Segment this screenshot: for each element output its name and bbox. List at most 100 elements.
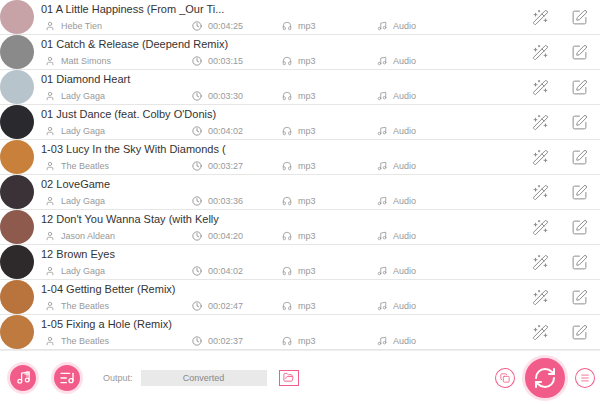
track-row[interactable]: 01 A Little Happiness (From _Our Ti...He… — [0, 0, 600, 35]
row-actions — [532, 324, 600, 341]
edit-button[interactable] — [571, 254, 588, 271]
track-meta: Matt Simons00:03:15mp3Audio — [41, 56, 532, 67]
magic-wand-icon — [532, 254, 549, 271]
track-row[interactable]: 01 Just Dance (feat. Colby O'Donis) Lady … — [0, 105, 600, 140]
row-actions — [532, 289, 600, 306]
track-meta: The Beatles00:02:37mp3Audio — [41, 336, 532, 347]
format: mp3 — [282, 231, 377, 242]
magic-wand-icon — [532, 324, 549, 341]
effect-button[interactable] — [532, 149, 549, 166]
headphones-icon — [282, 231, 292, 241]
edit-button[interactable] — [571, 324, 588, 341]
effect-button[interactable] — [532, 324, 549, 341]
person-icon — [45, 21, 55, 31]
add-music-button[interactable] — [7, 362, 39, 394]
open-folder-button[interactable] — [279, 370, 299, 386]
artist: Matt Simons — [45, 56, 192, 67]
clock-icon — [192, 196, 202, 206]
track-meta: Lady Gaga00:04:02mp3Audio — [41, 126, 532, 137]
artist: Hebe Tien — [45, 21, 192, 32]
edit-icon — [571, 324, 588, 341]
edit-button[interactable] — [571, 219, 588, 236]
clock-icon — [192, 161, 202, 171]
track-row[interactable]: 12 Don't You Wanna Stay (with KellyJason… — [0, 210, 600, 245]
media-type: Audio — [377, 266, 467, 277]
track-row[interactable]: 12 Brown EyesLady Gaga00:04:02mp3Audio — [0, 245, 600, 280]
duration: 00:02:47 — [192, 301, 282, 312]
edit-button[interactable] — [571, 149, 588, 166]
menu-button[interactable] — [576, 369, 594, 387]
album-art — [0, 280, 34, 314]
files-icon — [500, 373, 510, 383]
duration: 00:04:25 — [192, 21, 282, 32]
track-row[interactable]: 1-03 Lucy In the Sky With Diamonds (The … — [0, 140, 600, 175]
track-info: 01 Diamond HeartLady Gaga00:03:30mp3Audi… — [34, 73, 532, 102]
album-art — [0, 315, 34, 349]
output-field[interactable]: Converted — [141, 370, 267, 386]
magic-wand-icon — [532, 79, 549, 96]
edit-icon — [571, 9, 588, 26]
person-icon — [45, 336, 55, 346]
effect-button[interactable] — [532, 289, 549, 306]
track-row[interactable]: 02 LoveGameLady Gaga00:03:36mp3Audio — [0, 175, 600, 210]
track-title: 1-05 Fixing a Hole (Remix) — [41, 318, 532, 331]
track-row[interactable]: 1-04 Getting Better (Remix)The Beatles00… — [0, 280, 600, 315]
effect-button[interactable] — [532, 219, 549, 236]
magic-wand-icon — [532, 44, 549, 61]
effect-button[interactable] — [532, 79, 549, 96]
headphones-icon — [282, 161, 292, 171]
edit-button[interactable] — [571, 79, 588, 96]
edit-button[interactable] — [571, 289, 588, 306]
album-art — [0, 35, 34, 69]
track-info: 01 Just Dance (feat. Colby O'Donis) Lady … — [34, 108, 532, 137]
edit-icon — [571, 114, 588, 131]
edit-button[interactable] — [571, 184, 588, 201]
note-icon — [377, 196, 387, 206]
row-actions — [532, 149, 600, 166]
effect-button[interactable] — [532, 44, 549, 61]
media-type: Audio — [377, 301, 467, 312]
track-row[interactable]: 1-05 Fixing a Hole (Remix) The Beatles00:… — [0, 315, 600, 350]
format: mp3 — [282, 301, 377, 312]
track-meta: Lady Gaga00:04:02mp3Audio — [41, 266, 532, 277]
artist: The Beatles — [45, 301, 192, 312]
artist: Lady Gaga — [45, 126, 192, 137]
merge-button[interactable] — [496, 369, 514, 387]
media-type: Audio — [377, 231, 467, 242]
track-title: 1-03 Lucy In the Sky With Diamonds ( — [41, 143, 532, 156]
note-icon — [377, 266, 387, 276]
convert-group — [496, 355, 594, 401]
track-row[interactable]: 01 Catch & Release (Deepend Remix)Matt S… — [0, 35, 600, 70]
convert-button[interactable] — [522, 355, 568, 401]
headphones-icon — [282, 56, 292, 66]
playlist-button[interactable] — [51, 362, 83, 394]
magic-wand-icon — [532, 9, 549, 26]
edit-icon — [571, 44, 588, 61]
effect-button[interactable] — [532, 114, 549, 131]
clock-icon — [192, 231, 202, 241]
effect-button[interactable] — [532, 9, 549, 26]
artist: Lady Gaga — [45, 266, 192, 277]
track-row[interactable]: 01 Diamond HeartLady Gaga00:03:30mp3Audi… — [0, 70, 600, 105]
edit-button[interactable] — [571, 9, 588, 26]
note-icon — [377, 126, 387, 136]
track-info: 12 Brown EyesLady Gaga00:04:02mp3Audio — [34, 248, 532, 277]
edit-button[interactable] — [571, 114, 588, 131]
output-label: Output: — [103, 373, 133, 383]
bottom-bar: Output: Converted — [0, 350, 600, 404]
clock-icon — [192, 266, 202, 276]
track-info: 02 LoveGameLady Gaga00:03:36mp3Audio — [34, 178, 532, 207]
effect-button[interactable] — [532, 184, 549, 201]
effect-button[interactable] — [532, 254, 549, 271]
edit-button[interactable] — [571, 44, 588, 61]
plus-icon — [23, 370, 31, 378]
track-meta: The Beatles00:02:47mp3Audio — [41, 301, 532, 312]
track-meta: Lady Gaga00:03:36mp3Audio — [41, 196, 532, 207]
person-icon — [45, 266, 55, 276]
row-actions — [532, 254, 600, 271]
track-title: 01 Just Dance (feat. Colby O'Donis) — [41, 108, 532, 121]
magic-wand-icon — [532, 149, 549, 166]
person-icon — [45, 161, 55, 171]
person-icon — [45, 196, 55, 206]
track-meta: Jason Aldean00:04:20mp3Audio — [41, 231, 532, 242]
